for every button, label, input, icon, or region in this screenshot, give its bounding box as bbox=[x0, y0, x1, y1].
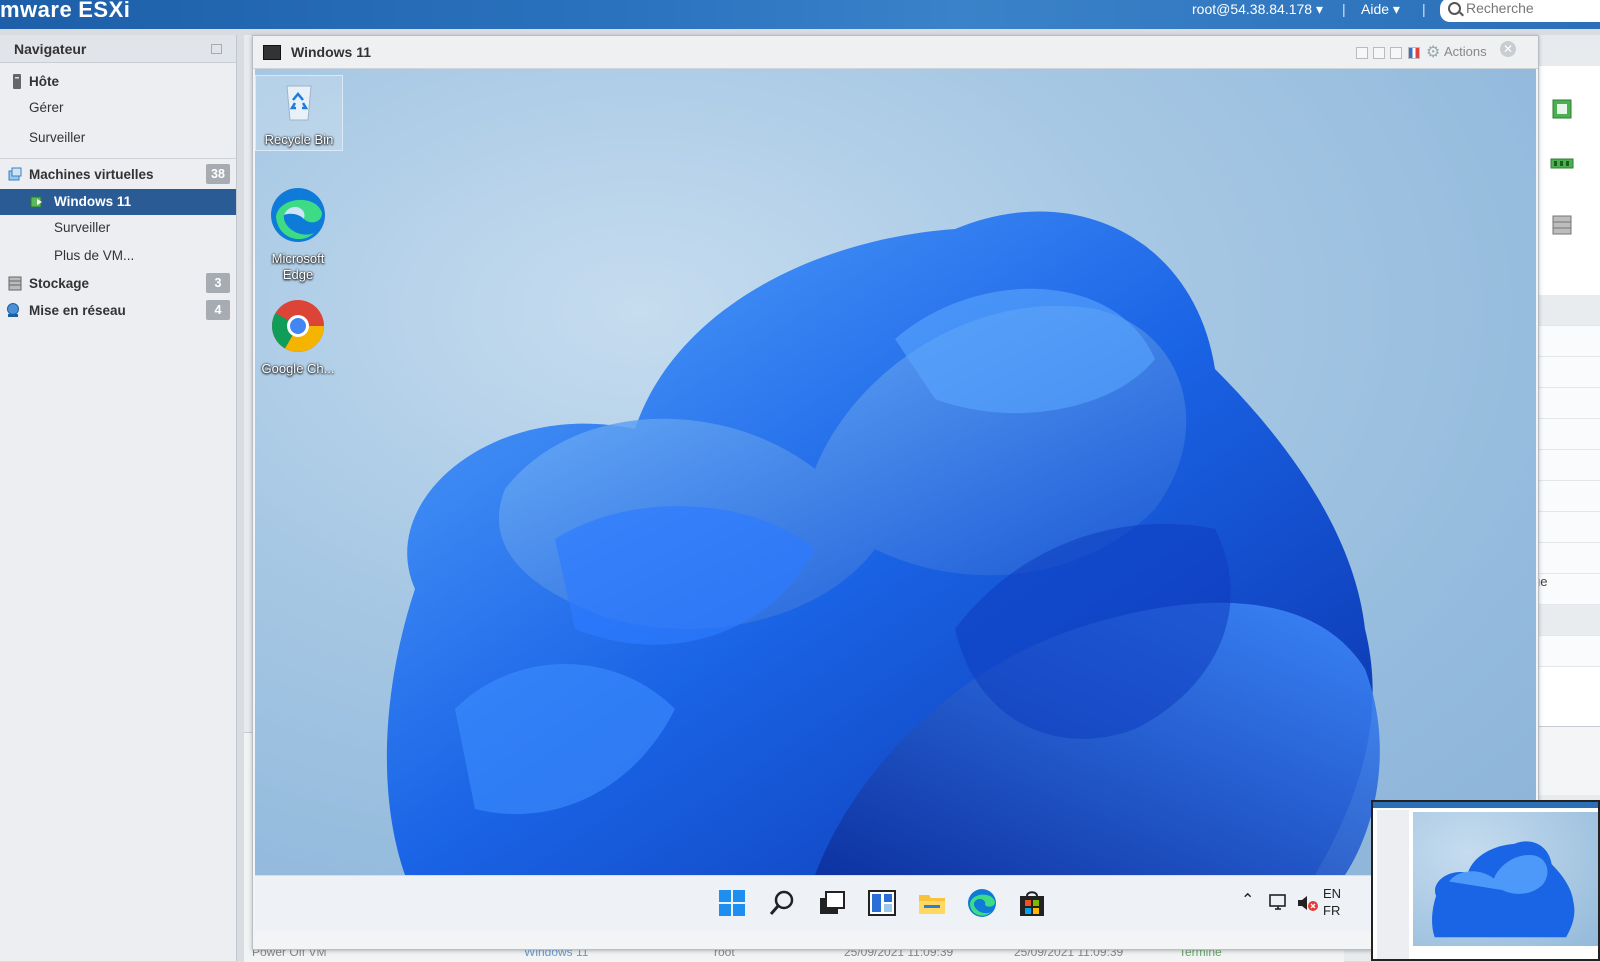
cpu-icon bbox=[1552, 99, 1572, 119]
gear-icon[interactable]: ⚙ bbox=[1426, 42, 1440, 62]
nav-item-label: Plus de VM... bbox=[54, 248, 135, 263]
nav-item-windows-11[interactable]: Windows 11 bbox=[0, 189, 236, 215]
actions-menu[interactable]: Actions bbox=[1444, 44, 1487, 59]
navigator-header: Navigateur bbox=[0, 35, 236, 63]
recycle-bin-icon bbox=[286, 85, 312, 121]
console-thumbnail-preview[interactable] bbox=[1371, 800, 1600, 961]
desktop-icon-label: Microsoft Edge bbox=[271, 251, 325, 282]
language-primary: EN bbox=[1323, 886, 1342, 901]
vm-group-icon bbox=[8, 167, 22, 181]
memory-icon bbox=[1550, 158, 1574, 169]
console-title: Windows 11 bbox=[291, 44, 372, 60]
restore-icon[interactable] bbox=[1373, 47, 1385, 59]
separator: | bbox=[1422, 1, 1426, 17]
nav-item-label: Stockage bbox=[29, 276, 90, 291]
console-icon bbox=[263, 45, 281, 60]
search-icon[interactable] bbox=[767, 888, 797, 918]
nav-item-vm-monitor[interactable]: Surveiller bbox=[0, 215, 236, 241]
start-icon[interactable] bbox=[717, 888, 747, 918]
desktop-icon-microsoft-edge[interactable]: Microsoft Edge bbox=[255, 187, 341, 283]
nav-item-label: Mise en réseau bbox=[29, 303, 126, 318]
nav-item-storage[interactable]: Stockage 3 bbox=[0, 271, 236, 297]
windows-taskbar: ⌃ EN FR bbox=[255, 875, 1536, 931]
windows-desktop[interactable]: Recycle Bin Microsoft Edge Google Ch... bbox=[255, 69, 1536, 875]
minimize-icon[interactable] bbox=[1356, 47, 1368, 59]
nav-item-more-vms[interactable]: Plus de VM... bbox=[0, 243, 236, 269]
search-icon bbox=[1448, 2, 1461, 15]
desktop-icon-label: Recycle Bin bbox=[264, 132, 334, 147]
nav-item-label: Windows 11 bbox=[54, 194, 132, 209]
search-placeholder: Recherche bbox=[1466, 0, 1534, 16]
host-icon bbox=[13, 74, 21, 89]
language-indicator[interactable]: EN FR bbox=[1323, 885, 1341, 919]
pin-icon[interactable] bbox=[211, 44, 222, 54]
close-icon[interactable]: ✕ bbox=[1500, 41, 1516, 57]
file-explorer-icon[interactable] bbox=[917, 888, 947, 918]
nav-item-host-monitor[interactable]: Surveiller bbox=[0, 125, 236, 151]
vm-running-icon bbox=[30, 196, 42, 208]
network-count-badge: 4 bbox=[206, 300, 230, 320]
right-panel-rows bbox=[1536, 295, 1600, 715]
storage-count-badge: 3 bbox=[206, 273, 230, 293]
storage-icon bbox=[8, 276, 22, 291]
search-input[interactable]: Recherche bbox=[1440, 0, 1600, 22]
nav-item-label: Surveiller bbox=[54, 220, 111, 235]
keyboard-layout-icon[interactable] bbox=[1408, 47, 1420, 59]
chrome-icon bbox=[272, 300, 324, 352]
language-secondary: FR bbox=[1323, 903, 1341, 918]
network-icon[interactable] bbox=[1269, 894, 1289, 912]
nav-item-label: Hôte bbox=[29, 74, 59, 89]
vm-count-badge: 38 bbox=[206, 164, 230, 184]
top-bar: mware ESXi root@54.38.84.178 ▾ | Aide ▾ |… bbox=[0, 0, 1600, 29]
desktop-icon-label: Google Ch... bbox=[261, 361, 335, 376]
right-lower-panel bbox=[1536, 726, 1600, 795]
help-menu[interactable]: Aide ▾ bbox=[1361, 1, 1400, 18]
navigator-panel: Navigateur Hôte Gérer Surveiller Machine… bbox=[0, 35, 237, 961]
console-toolbar: ⚙ Actions ✕ bbox=[1356, 41, 1526, 62]
brand-vmware-text: mware bbox=[0, 0, 73, 22]
user-menu[interactable]: root@54.38.84.178 ▾ bbox=[1192, 1, 1323, 18]
brand-esxi-text: ESXi bbox=[78, 0, 131, 22]
windows-bloom-wallpaper bbox=[386, 211, 1380, 875]
console-title-bar: Windows 11 ⚙ Actions ✕ bbox=[253, 36, 1538, 69]
chevron-up-icon[interactable]: ⌃ bbox=[1241, 890, 1254, 910]
vmware-logo: mware ESXi bbox=[0, 0, 130, 23]
desktop-icon-google-chrome[interactable]: Google Ch... bbox=[255, 299, 341, 377]
nav-item-label: Machines virtuelles bbox=[29, 167, 154, 182]
navigator-title: Navigateur bbox=[14, 41, 87, 57]
nav-item-manage[interactable]: Gérer bbox=[0, 95, 236, 121]
vm-console-window: Windows 11 ⚙ Actions ✕ Recycle Bin Micro… bbox=[252, 35, 1539, 950]
desktop-icon-recycle-bin[interactable]: Recycle Bin bbox=[255, 75, 343, 151]
storage-icon bbox=[1552, 215, 1572, 235]
thumbnail-wallpaper bbox=[1432, 841, 1575, 938]
nav-item-virtual-machines[interactable]: Machines virtuelles 38 bbox=[0, 162, 236, 188]
edge-icon bbox=[271, 188, 325, 242]
nav-item-label: Gérer bbox=[29, 100, 64, 115]
edge-icon[interactable] bbox=[967, 888, 997, 918]
nav-item-host[interactable]: Hôte bbox=[0, 69, 236, 95]
store-icon[interactable] bbox=[1017, 888, 1047, 918]
nav-item-networking[interactable]: Mise en réseau 4 bbox=[0, 298, 236, 324]
task-view-icon[interactable] bbox=[817, 888, 847, 918]
widgets-icon[interactable] bbox=[867, 888, 897, 918]
maximize-icon[interactable] bbox=[1390, 47, 1402, 59]
network-icon bbox=[7, 303, 19, 317]
volume-muted-icon[interactable] bbox=[1297, 894, 1319, 912]
nav-item-label: Surveiller bbox=[29, 130, 86, 145]
separator: | bbox=[1342, 1, 1346, 17]
